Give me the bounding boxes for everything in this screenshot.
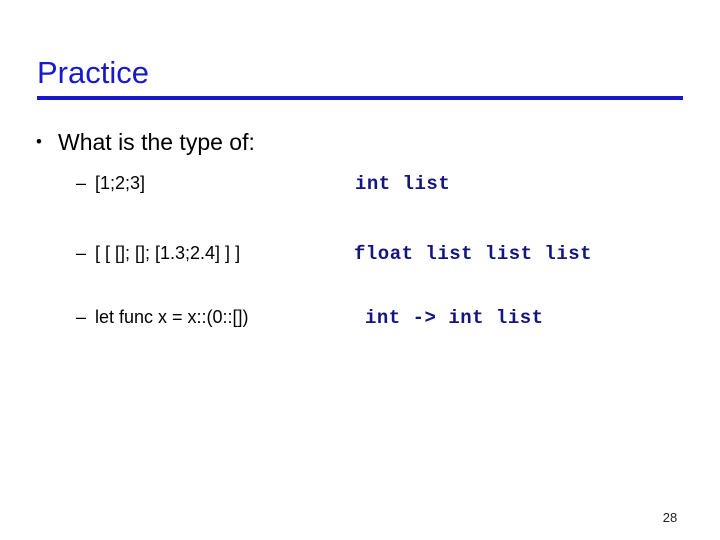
expression-text: [ [ []; []; [1.3;2.4] ] ] [95,243,241,263]
practice-row: – let func x = x::(0::[]) int -> int lis… [0,304,720,334]
dash-marker-icon: – [76,307,87,327]
expression-item: – [ [ []; []; [1.3;2.4] ] ] [76,240,240,266]
dash-marker-icon: – [76,173,87,193]
slide-body: • What is the type of: – [1;2;3] int lis… [0,0,720,540]
expression-text: let func x = x::(0::[]) [95,307,249,327]
answer-type: int list [355,173,451,195]
practice-row: – [1;2;3] int list [0,170,720,200]
slide: Practice • What is the type of: – [1;2;3… [0,0,720,540]
practice-row: – [ [ []; []; [1.3;2.4] ] ] float list l… [0,240,720,270]
expression-item: – [1;2;3] [76,170,145,196]
expression-item: – let func x = x::(0::[]) [76,304,249,330]
answer-type: float list list list [354,243,593,265]
bullet-marker-icon: • [36,132,42,151]
answer-type: int -> int list [365,307,544,329]
dash-marker-icon: – [76,243,87,263]
bullet-level1-label: What is the type of: [58,129,255,155]
page-number: 28 [662,510,678,525]
bullet-level1: • What is the type of: [36,128,255,156]
expression-text: [1;2;3] [95,173,146,193]
